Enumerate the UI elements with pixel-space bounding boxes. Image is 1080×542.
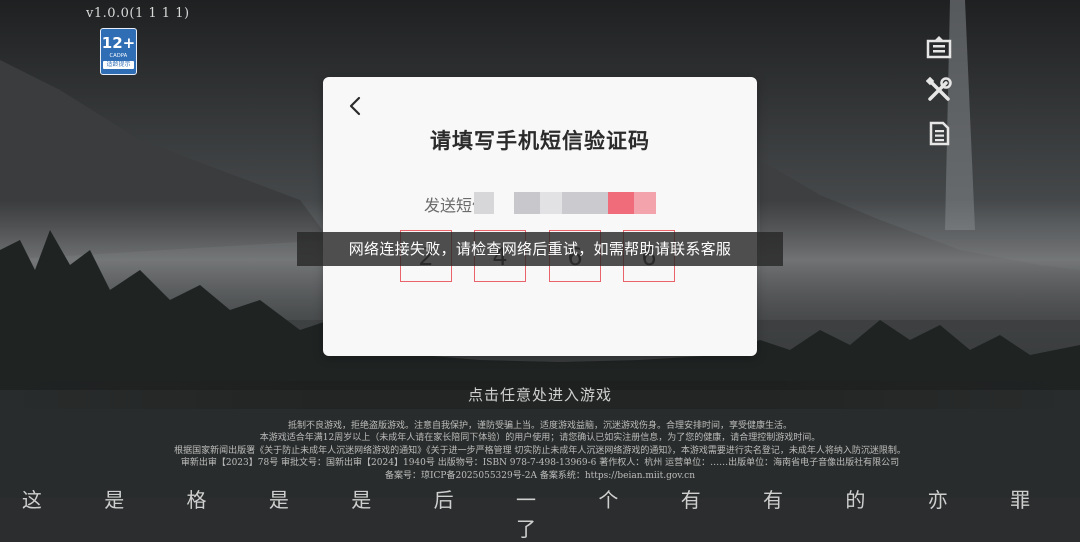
masked-phone-segment <box>562 192 608 214</box>
notice-line: 根据国家新闻出版署《关于防止未成年人沉迷网络游戏的通知》《关于进一步严格管理 切… <box>174 445 906 456</box>
age-rating-number: 12+ <box>101 34 136 52</box>
masked-phone-segment <box>540 192 562 214</box>
health-notice: 抵制不良游戏，拒绝盗版游戏。注意自我保护，谨防受骗上当。适度游戏益脑，沉迷游戏伤… <box>0 420 1080 482</box>
notice-line: 审新出审【2023】78号 审批文号：国新出审【2024】1940号 出版物号：… <box>180 458 900 469</box>
masked-phone-segment <box>474 192 494 214</box>
network-error-toast: 网络连接失败，请检查网络后重试，如需帮助请联系客服 <box>297 232 783 266</box>
notice-line: 备案号：琼ICP备2025055329号-2A 备案系统：https://bei… <box>384 470 696 481</box>
dialog-title: 请填写手机短信验证码 <box>430 129 650 153</box>
age-rating-badge[interactable]: 12+ CADPA 适龄提示 <box>100 28 137 75</box>
masked-phone-segment <box>608 192 634 214</box>
notice-line: 抵制不良游戏，拒绝盗版游戏。注意自我保护，谨防受骗上当。适度游戏益脑，沉迷游戏伤… <box>287 421 792 431</box>
masked-phone-segment <box>514 192 540 214</box>
notice-line: 本游戏适合年满12周岁以上（未成年人请在家长陪同下体验）的用户使用；请您确认已如… <box>259 433 821 444</box>
repair-tools-icon[interactable] <box>926 77 952 103</box>
document-icon[interactable] <box>926 120 952 146</box>
age-rating-tip: 适龄提示 <box>103 61 134 69</box>
version-label: v1.0.0(1 1 1 1) <box>86 6 190 21</box>
bottom-slogan: 这 是 格 是 是 后 一 个 有 有 的 亦 罪 了 <box>21 488 1059 541</box>
back-chevron-icon[interactable] <box>345 95 365 117</box>
masked-phone-segment <box>634 192 656 214</box>
notice-board-icon[interactable] <box>926 34 952 60</box>
enter-game-prompt[interactable]: 点击任意处进入游戏 <box>0 381 1080 409</box>
age-rating-org: CADPA <box>109 53 128 59</box>
sms-verification-dialog: 请填写手机短信验证码 发送短信 2 4 6 6 <box>323 77 757 356</box>
